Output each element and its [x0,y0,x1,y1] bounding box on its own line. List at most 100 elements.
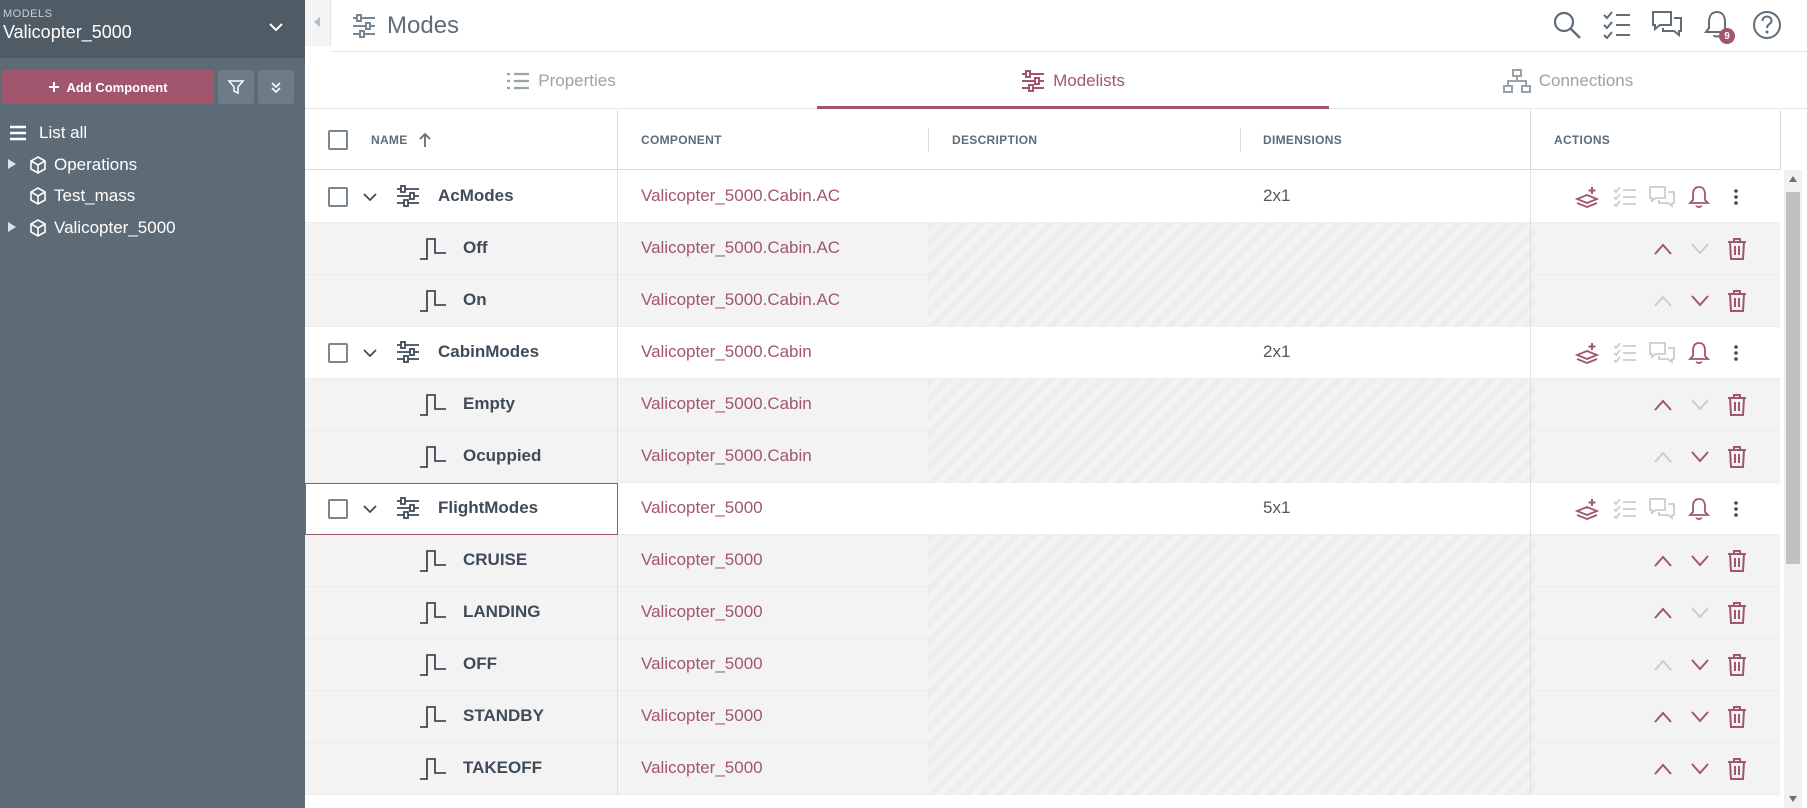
comments-button[interactable] [1651,9,1683,41]
caret-right-icon[interactable] [7,221,17,233]
chevron-down-icon[interactable] [363,345,377,363]
move-up-icon[interactable] [1650,600,1676,626]
column-header-component[interactable]: COMPONENT [641,110,722,170]
delete-icon[interactable] [1724,236,1750,262]
move-down-icon[interactable] [1687,288,1713,314]
tree-item-operations[interactable]: Operations [0,150,305,180]
row-checkbox[interactable] [328,187,348,207]
cell-divider [617,535,618,587]
tab-properties[interactable]: Properties [305,52,817,109]
table-row[interactable]: On Valicopter_5000.Cabin.AC [305,275,1780,327]
column-divider[interactable] [928,128,929,152]
add-component-button[interactable]: Add Component [2,70,214,104]
notifications-button[interactable]: 9 [1701,9,1735,44]
component-link[interactable]: Valicopter_5000.Cabin [641,394,812,414]
delete-icon[interactable] [1724,652,1750,678]
table-row[interactable]: LANDING Valicopter_5000 [305,587,1780,639]
double-chevron-down-icon [271,82,281,94]
bell-icon[interactable] [1686,340,1712,366]
caret-right-icon[interactable] [7,158,17,170]
column-header-description[interactable]: DESCRIPTION [952,110,1037,170]
tab-modelists[interactable]: Modelists [817,52,1329,109]
add-layer-icon[interactable] [1575,184,1601,210]
column-divider[interactable] [1240,128,1241,152]
scrollbar-thumb[interactable] [1786,192,1800,564]
table-row[interactable]: Empty Valicopter_5000.Cabin [305,379,1780,431]
tree-item-test-mass[interactable]: Test_mass [0,181,305,211]
tab-connections[interactable]: Connections [1329,52,1807,109]
cell-divider [1530,275,1531,327]
cell-divider [617,691,618,743]
table-row[interactable]: CRUISE Valicopter_5000 [305,535,1780,587]
component-link[interactable]: Valicopter_5000 [641,602,763,622]
model-selector[interactable]: MODELS Valicopter_5000 [0,0,305,58]
add-layer-icon[interactable] [1575,496,1601,522]
component-link[interactable]: Valicopter_5000.Cabin.AC [641,238,840,258]
column-header-dimensions[interactable]: DIMENSIONS [1263,110,1342,170]
cell-divider [617,223,618,275]
add-layer-icon[interactable] [1575,340,1601,366]
component-link[interactable]: Valicopter_5000.Cabin.AC [641,290,840,310]
filter-button[interactable] [218,70,254,104]
component-link[interactable]: Valicopter_5000 [641,654,763,674]
sort-ascending-icon[interactable] [418,132,432,148]
table-row[interactable]: OFF Valicopter_5000 [305,639,1780,691]
bell-icon[interactable] [1686,184,1712,210]
vertical-scrollbar[interactable] [1784,170,1802,808]
move-down-icon[interactable] [1687,704,1713,730]
scroll-up-icon[interactable] [1789,176,1797,182]
move-up-icon[interactable] [1650,756,1676,782]
table-row-group[interactable]: AcModes Valicopter_5000.Cabin.AC 2x1 [305,171,1780,223]
move-up-icon[interactable] [1650,236,1676,262]
component-link[interactable]: Valicopter_5000 [641,550,763,570]
column-header-name[interactable]: NAME [371,110,432,170]
component-link[interactable]: Valicopter_5000 [641,758,763,778]
more-options-icon[interactable] [1723,184,1749,210]
expand-all-button[interactable] [258,70,294,104]
delete-icon[interactable] [1724,756,1750,782]
component-link[interactable]: Valicopter_5000.Cabin [641,446,812,466]
checklist-button[interactable] [1601,9,1633,41]
more-options-icon[interactable] [1723,496,1749,522]
modelist-name: AcModes [438,186,514,205]
delete-icon[interactable] [1724,444,1750,470]
tree-item-valicopter-5000[interactable]: Valicopter_5000 [0,213,305,243]
table-row[interactable]: Off Valicopter_5000.Cabin.AC [305,223,1780,275]
component-link[interactable]: Valicopter_5000 [641,706,763,726]
move-down-icon[interactable] [1687,444,1713,470]
table-row-group[interactable]: CabinModes Valicopter_5000.Cabin 2x1 [305,327,1780,379]
move-up-icon[interactable] [1650,392,1676,418]
help-button[interactable] [1751,9,1783,41]
chevron-down-icon[interactable] [363,189,377,207]
chevron-down-icon[interactable] [363,501,377,519]
component-link[interactable]: Valicopter_5000 [641,498,763,518]
row-checkbox[interactable] [328,343,348,363]
mode-name: Off [463,238,488,257]
move-down-icon[interactable] [1687,756,1713,782]
tree-item-list-all[interactable]: List all [0,118,305,148]
move-up-icon[interactable] [1650,548,1676,574]
chevron-down-icon[interactable] [266,17,286,37]
scroll-down-icon[interactable] [1789,796,1797,802]
component-link[interactable]: Valicopter_5000.Cabin.AC [641,186,840,206]
component-link[interactable]: Valicopter_5000.Cabin [641,342,812,362]
table-row[interactable]: STANDBY Valicopter_5000 [305,691,1780,743]
move-down-icon[interactable] [1687,548,1713,574]
table-row-group[interactable]: FlightModes Valicopter_5000 5x1 [305,483,1780,535]
move-down-icon[interactable] [1687,652,1713,678]
delete-icon[interactable] [1724,600,1750,626]
delete-icon[interactable] [1724,288,1750,314]
delete-icon[interactable] [1724,548,1750,574]
bell-icon[interactable] [1686,496,1712,522]
delete-icon[interactable] [1724,704,1750,730]
more-options-icon[interactable] [1723,340,1749,366]
delete-icon[interactable] [1724,392,1750,418]
sidebar-collapse-handle[interactable] [305,0,331,46]
row-checkbox[interactable] [328,499,348,519]
mode-step-icon [419,391,447,422]
table-row[interactable]: Ocuppied Valicopter_5000.Cabin [305,431,1780,483]
select-all-checkbox[interactable] [328,130,348,150]
search-button[interactable] [1551,9,1583,41]
table-row[interactable]: TAKEOFF Valicopter_5000 [305,743,1780,795]
move-up-icon[interactable] [1650,704,1676,730]
